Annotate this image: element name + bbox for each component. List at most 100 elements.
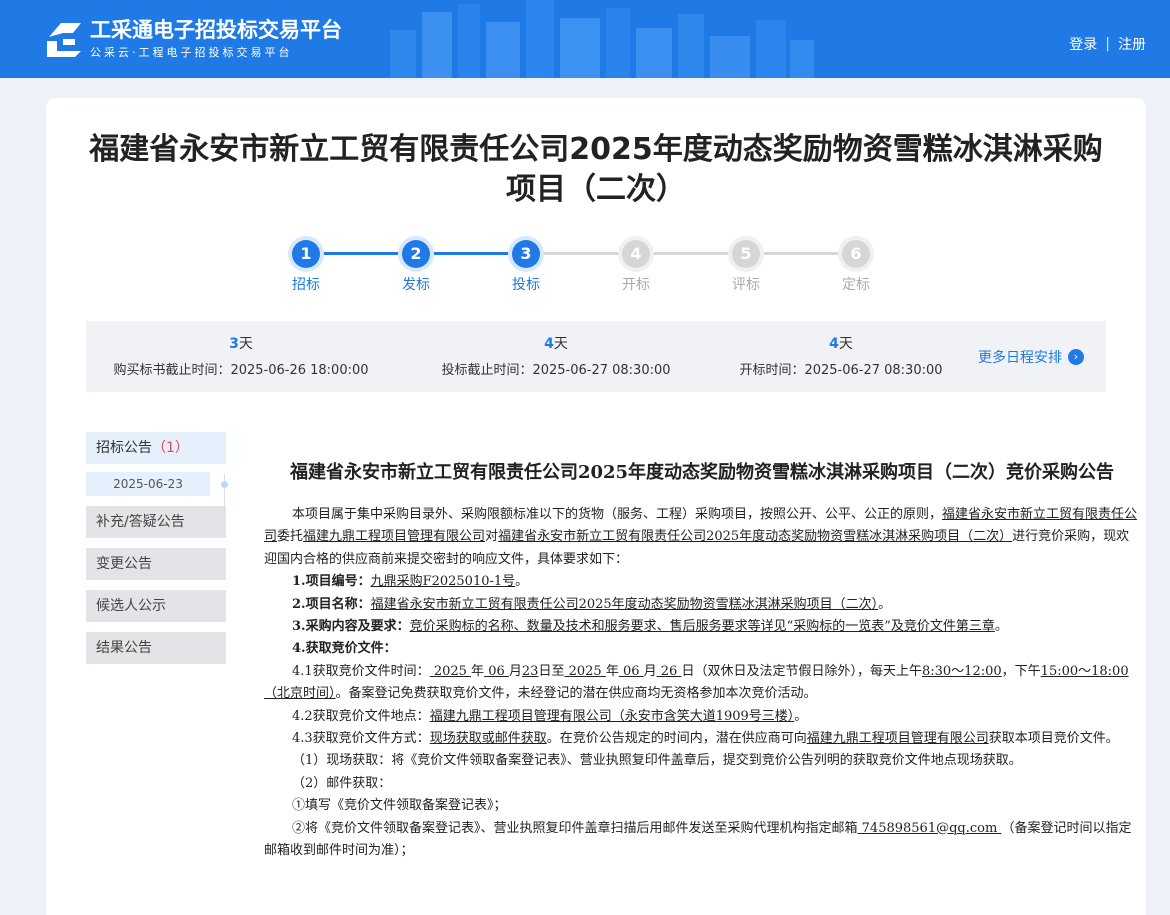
step-label: 发标 — [402, 277, 430, 293]
line-text: ，下午 — [1001, 663, 1041, 679]
line-end: 。 — [994, 619, 1008, 635]
progress-steps: 1 招标 2 发标 3 投标 4 开标 5 评标 6 定标 — [276, 240, 936, 300]
agency-name: 福建九鼎工程项目管理有限公司 — [303, 529, 486, 545]
schedule-unit: 天 — [238, 336, 253, 352]
date-unit: 月 — [508, 663, 522, 679]
top-header: 工采通电子招投标交易平台 公采云·工程电子招投标交易平台 登录 | 注册 — [0, 0, 1170, 78]
obtain-place: 福建九鼎工程项目管理有限公司（永安市含笑大道1909号三楼） — [429, 708, 795, 724]
line-end: 。 — [794, 708, 808, 724]
sidebar-item-candidates[interactable]: 候选人公示 — [86, 590, 226, 622]
timeline-rail — [224, 474, 225, 510]
brand-subtitle: 公采云·工程电子招投标交易平台 — [90, 46, 293, 59]
line-label: 3.采购内容及要求： — [292, 619, 410, 635]
sidebar-item-change[interactable]: 变更公告 — [86, 548, 226, 580]
schedule-text: 开标时间：2025-06-27 08:30:00 — [739, 363, 943, 378]
line-text: 日（双休日及法定节假日除外），每天上午 — [681, 663, 922, 679]
line-text: 4.3获取竞价文件方式： — [292, 731, 430, 747]
login-link[interactable]: 登录 — [1069, 34, 1097, 54]
schedule-item: 4天 开标时间：2025-06-27 08:30:00 — [716, 333, 966, 378]
more-schedule-link[interactable]: 更多日程安排 › — [978, 347, 1084, 367]
intro-text: 对 — [485, 529, 499, 545]
date-part: 23 — [521, 663, 539, 679]
step-label: 投标 — [512, 277, 540, 293]
schedule-text: 购买标书截止时间：2025-06-26 18:00:00 — [113, 363, 369, 378]
page-title: 福建省永安市新立工贸有限责任公司2025年度动态奖励物资雪糕冰淇淋采购项目（二次… — [89, 132, 1103, 207]
morning-hours: 8:30～12:00 — [921, 663, 1002, 679]
line-text: 4.1获取竞价文件时间： — [292, 663, 430, 679]
step-label: 评标 — [732, 277, 760, 293]
date-part: 06 — [618, 663, 644, 679]
step-number: 3 — [512, 240, 540, 268]
obtain-place-line: 4.2获取竞价文件地点：福建九鼎工程项目管理有限公司（永安市含笑大道1909号三… — [264, 706, 1140, 728]
intro-text: 委托 — [277, 529, 304, 545]
schedule-text: 投标截止时间：2025-06-27 08:30:00 — [441, 363, 671, 378]
auth-links: 登录 | 注册 — [1069, 34, 1146, 54]
email-step-2: ②将《竞价文件领取备案登记表》、营业执照复印件盖章扫描后用邮件发送至采购代理机构… — [264, 818, 1140, 863]
email-step-1: ①填写《竞价文件领取备案登记表》； — [292, 798, 507, 814]
notice-title: 福建省永安市新立工贸有限责任公司2025年度动态奖励物资雪糕冰淇淋采购项目（二次… — [289, 462, 1115, 483]
line-end: 。 — [878, 596, 892, 612]
project-name-line: 2.项目名称：福建省永安市新立工贸有限责任公司2025年度动态奖励物资雪糕冰淇淋… — [264, 594, 1140, 616]
sidebar-item-label: 招标公告 — [96, 440, 152, 456]
agency-name: 福建九鼎工程项目管理有限公司 — [806, 731, 989, 747]
city-skyline-banner — [390, 0, 814, 78]
line-text: 。在竞价公告规定的时间内，潜在供应商可向 — [546, 731, 807, 747]
step-label: 定标 — [842, 277, 870, 293]
date-part: 06 — [484, 663, 509, 679]
step-number: 1 — [292, 240, 320, 268]
schedule-bar: 3天 购买标书截止时间：2025-06-26 18:00:00 4天 投标截止时… — [86, 321, 1106, 392]
platform-logo-icon — [47, 23, 81, 57]
sidebar-item-tender-notice[interactable]: 招标公告（1） — [86, 432, 226, 464]
sidebar-item-count: （1） — [152, 440, 189, 456]
brand-title: 工采通电子招投标交易平台 — [90, 18, 342, 42]
line-label: 1.项目编号： — [292, 574, 371, 590]
schedule-unit: 天 — [553, 336, 568, 352]
notice-content: 福建省永安市新立工贸有限责任公司2025年度动态奖励物资雪糕冰淇淋采购项目（二次… — [264, 458, 1140, 863]
date-part: 2025 — [429, 663, 472, 679]
register-link[interactable]: 注册 — [1118, 34, 1146, 54]
chevron-right-icon: › — [1068, 349, 1084, 365]
project-card: 福建省永安市新立工贸有限责任公司2025年度动态奖励物资雪糕冰淇淋采购项目（二次… — [46, 98, 1146, 915]
schedule-days: 4 — [544, 336, 554, 352]
agency-email-link[interactable]: 745898561@qq.com — [858, 821, 1002, 836]
auth-separator: | — [1105, 36, 1110, 52]
step-3: 3 投标 — [496, 240, 556, 294]
obtain-method: 现场获取或邮件获取 — [429, 731, 547, 747]
obtain-docs-heading: 4.获取竞价文件： — [264, 638, 1140, 660]
project-number: 九鼎采购F2025010-1号 — [370, 574, 516, 590]
schedule-days: 4 — [829, 336, 839, 352]
notice-sidebar: 招标公告（1） 2025-06-23 补充/答疑公告 变更公告 候选人公示 结果… — [86, 432, 226, 674]
date-unit: 日至 — [538, 663, 565, 679]
more-schedule-label: 更多日程安排 — [978, 350, 1062, 366]
onsite-method-line: （1）现场获取：将《竞价文件领取备案登记表》、营业执照复印件盖章后，提交到竞价公… — [292, 753, 1022, 769]
date-unit: 年 — [605, 663, 619, 679]
step-number: 5 — [732, 240, 760, 268]
step-label: 招标 — [292, 277, 320, 293]
step-5: 5 评标 — [716, 240, 776, 294]
step-6: 6 定标 — [826, 240, 886, 294]
step-1: 1 招标 — [276, 240, 336, 294]
step-number: 6 — [842, 240, 870, 268]
step-2: 2 发标 — [386, 240, 446, 294]
notice-intro: 本项目属于集中采购目录外、采购限额标准以下的货物（服务、工程）采购项目，按照公开… — [264, 504, 1140, 571]
project-name-inline: 福建省永安市新立工贸有限责任公司2025年度动态奖励物资雪糕冰淇淋采购项目（二次… — [498, 529, 1013, 545]
project-number-line: 1.项目编号：九鼎采购F2025010-1号。 — [264, 571, 1140, 593]
step-label: 开标 — [622, 277, 650, 293]
obtain-method-line: 4.3获取竞价文件方式：现场获取或邮件获取。在竞价公告规定的时间内，潜在供应商可… — [264, 728, 1140, 750]
schedule-days: 3 — [229, 336, 239, 352]
sidebar-item-result[interactable]: 结果公告 — [86, 632, 226, 664]
procurement-content-line: 3.采购内容及要求：竞价采购标的名称、数量及技术和服务要求、售后服务要求等详见“… — [264, 616, 1140, 638]
line-text: ②将《竞价文件领取备案登记表》、营业执照复印件盖章扫描后用邮件发送至采购代理机构… — [292, 820, 858, 836]
date-part: 26 — [656, 663, 682, 679]
step-4: 4 开标 — [606, 240, 666, 294]
sidebar-date-item[interactable]: 2025-06-23 — [86, 472, 210, 496]
line-text: 获取本项目竞价文件。 — [988, 731, 1119, 747]
sidebar-item-supplement[interactable]: 补充/答疑公告 — [86, 506, 226, 538]
line-label: 4.获取竞价文件： — [292, 641, 397, 657]
schedule-unit: 天 — [838, 336, 853, 352]
line-text: 4.2获取竞价文件地点： — [292, 708, 430, 724]
date-unit: 月 — [643, 663, 657, 679]
step-number: 4 — [622, 240, 650, 268]
date-part: 2025 — [564, 663, 606, 679]
email-method-line: （2）邮件获取： — [292, 775, 392, 791]
